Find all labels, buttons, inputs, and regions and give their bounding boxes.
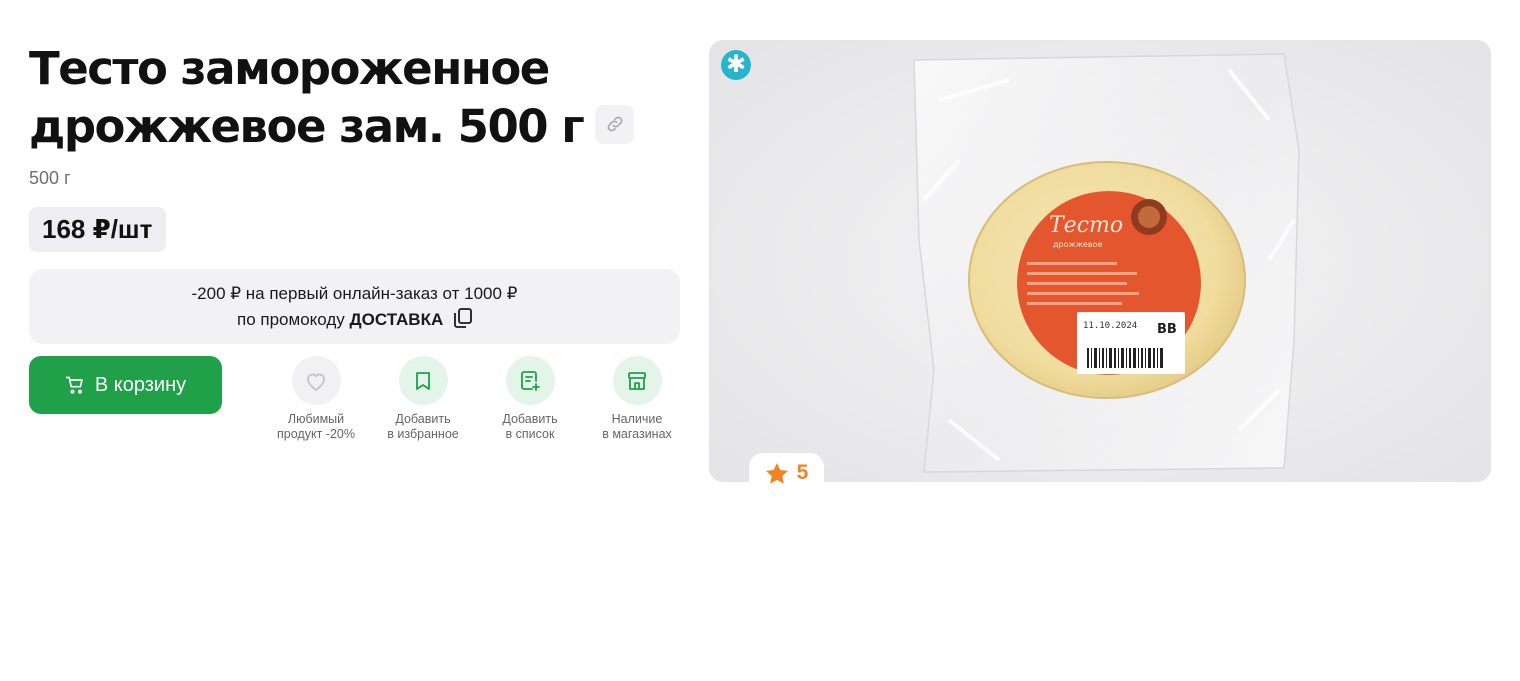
add-to-list-label-line1: Добавить bbox=[502, 412, 558, 426]
list-add-icon bbox=[521, 370, 540, 391]
heart-icon bbox=[307, 373, 325, 391]
rating-badge[interactable]: 5 bbox=[749, 453, 824, 493]
favorite-product-label: Любимый продукт -20% bbox=[261, 412, 371, 442]
link-icon bbox=[607, 116, 623, 132]
favorite-product-circle bbox=[291, 356, 341, 405]
star-icon bbox=[765, 462, 788, 484]
add-to-cart-label: В корзину bbox=[94, 373, 187, 396]
store-availability-label-line2: в магазинах bbox=[602, 427, 672, 441]
add-to-cart-button[interactable]: В корзину bbox=[29, 356, 222, 414]
product-weight: 500 г bbox=[29, 168, 71, 188]
title-line-1: Тесто замороженное bbox=[29, 42, 550, 95]
label-sub-text: дрожжевое bbox=[1053, 240, 1102, 249]
promo-code: ДОСТАВКА bbox=[349, 310, 444, 329]
promo-line-1: -200 ₽ на первый онлайн-заказ от 1000 ₽ bbox=[191, 284, 518, 303]
add-to-favorites-circle bbox=[398, 356, 448, 405]
label-logo-text: ВВ bbox=[1157, 322, 1177, 337]
store-icon bbox=[628, 371, 646, 390]
favorite-product-label-line1: Любимый bbox=[287, 412, 345, 426]
store-availability-label-line1: Наличие bbox=[611, 412, 663, 426]
price-badge: 168 ₽/шт bbox=[29, 207, 167, 252]
page-title: Тесто замороженное дрожжевое зам. 500 г bbox=[29, 40, 681, 156]
store-availability-label: Наличие в магазинах bbox=[582, 412, 692, 442]
store-availability-circle bbox=[612, 356, 662, 405]
promo-line-2: по промокоду ДОСТАВКА bbox=[29, 307, 680, 336]
add-to-favorites-label-line2: в избранное bbox=[387, 427, 459, 441]
store-availability-button[interactable]: Наличие в магазинах bbox=[582, 356, 692, 442]
product-image[interactable]: Тесто дрожжевое 11.10.2024 ВВ ✱ bbox=[709, 40, 1491, 482]
add-to-list-label: Добавить в список bbox=[475, 412, 585, 442]
rating-value: 5 bbox=[796, 461, 809, 484]
bookmark-icon bbox=[416, 371, 430, 390]
label-date-text: 11.10.2024 bbox=[1083, 321, 1137, 331]
copy-code-icon[interactable] bbox=[454, 308, 472, 336]
title-line-2-text: дрожжевое зам. 500 г bbox=[29, 100, 585, 153]
favorite-product-label-line2: продукт -20% bbox=[277, 427, 355, 441]
title-line-2: дрожжевое зам. 500 г bbox=[29, 98, 681, 156]
favorite-product-button[interactable]: Любимый продукт -20% bbox=[261, 356, 371, 442]
promo-prefix: по промокоду bbox=[237, 310, 345, 329]
promo-banner: -200 ₽ на первый онлайн-заказ от 1000 ₽ … bbox=[29, 269, 680, 344]
product-photo: Тесто дрожжевое 11.10.2024 ВВ bbox=[709, 40, 1491, 482]
add-to-favorites-button[interactable]: Добавить в избранное bbox=[368, 356, 478, 442]
add-to-list-label-line2: в список bbox=[505, 427, 555, 441]
label-brand-text: Тесто bbox=[1049, 213, 1123, 238]
copy-link-button[interactable] bbox=[595, 104, 635, 144]
action-row: В корзину Любимый продукт -20% Добавить … bbox=[29, 356, 681, 456]
add-to-list-button[interactable]: Добавить в список bbox=[475, 356, 585, 442]
cart-icon bbox=[65, 376, 83, 394]
add-to-favorites-label: Добавить в избранное bbox=[368, 412, 478, 442]
add-to-favorites-label-line1: Добавить bbox=[395, 412, 451, 426]
add-to-list-circle bbox=[505, 356, 555, 405]
product-info: Тесто замороженное дрожжевое зам. 500 г … bbox=[29, 40, 681, 456]
frozen-snowflake-icon: ✱ bbox=[721, 50, 751, 80]
